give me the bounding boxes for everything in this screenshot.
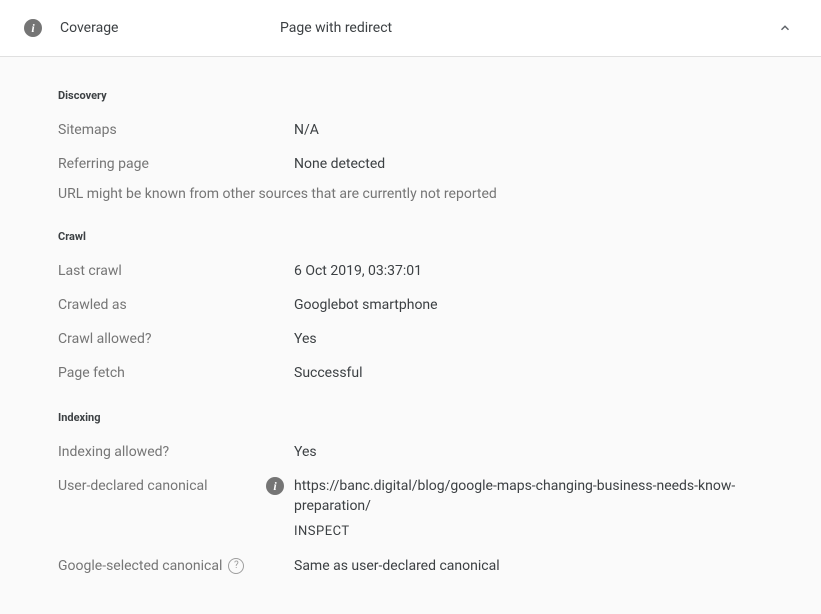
- info-icon[interactable]: i: [266, 477, 284, 495]
- discovery-note: URL might be known from other sources th…: [58, 186, 797, 202]
- google-canonical-label-text: Google-selected canonical: [58, 556, 222, 576]
- indexing-allowed-value: Yes: [294, 442, 317, 462]
- last-crawl-label: Last crawl: [58, 261, 294, 281]
- sitemaps-value: N/A: [294, 120, 319, 140]
- indexing-allowed-row: Indexing allowed? Yes: [58, 442, 797, 462]
- referring-page-value: None detected: [294, 154, 385, 174]
- coverage-label: Coverage: [60, 20, 280, 36]
- crawled-as-value: Googlebot smartphone: [294, 295, 438, 315]
- user-canonical-row: User-declared canonical i https://banc.d…: [58, 476, 797, 542]
- inspect-link[interactable]: INSPECT: [294, 522, 797, 542]
- page-fetch-value: Successful: [294, 363, 363, 383]
- google-canonical-value: Same as user-declared canonical: [294, 556, 500, 576]
- coverage-header: i Coverage Page with redirect: [0, 0, 821, 57]
- coverage-value: Page with redirect: [280, 20, 773, 36]
- sitemaps-label: Sitemaps: [58, 120, 294, 140]
- last-crawl-value: 6 Oct 2019, 03:37:01: [294, 261, 422, 281]
- chevron-up-icon[interactable]: [773, 16, 797, 40]
- crawl-allowed-row: Crawl allowed? Yes: [58, 329, 797, 349]
- user-canonical-value: https://banc.digital/blog/google-maps-ch…: [294, 476, 797, 516]
- crawled-as-row: Crawled as Googlebot smartphone: [58, 295, 797, 315]
- info-icon: i: [24, 19, 42, 37]
- indexing-allowed-label: Indexing allowed?: [58, 442, 294, 462]
- sitemaps-row: Sitemaps N/A: [58, 120, 797, 140]
- referring-page-label: Referring page: [58, 154, 294, 174]
- coverage-content: Discovery Sitemaps N/A Referring page No…: [0, 57, 821, 614]
- last-crawl-row: Last crawl 6 Oct 2019, 03:37:01: [58, 261, 797, 281]
- discovery-section-title: Discovery: [58, 89, 797, 102]
- indexing-section-title: Indexing: [58, 411, 797, 424]
- page-fetch-label: Page fetch: [58, 363, 294, 383]
- page-fetch-row: Page fetch Successful: [58, 363, 797, 383]
- crawled-as-label: Crawled as: [58, 295, 294, 315]
- user-canonical-label: User-declared canonical: [58, 476, 294, 496]
- referring-page-row: Referring page None detected: [58, 154, 797, 174]
- crawl-allowed-value: Yes: [294, 329, 317, 349]
- google-canonical-label: Google-selected canonical ?: [58, 556, 294, 576]
- crawl-section-title: Crawl: [58, 230, 797, 243]
- crawl-allowed-label: Crawl allowed?: [58, 329, 294, 349]
- google-canonical-row: Google-selected canonical ? Same as user…: [58, 556, 797, 576]
- help-icon[interactable]: ?: [228, 558, 244, 574]
